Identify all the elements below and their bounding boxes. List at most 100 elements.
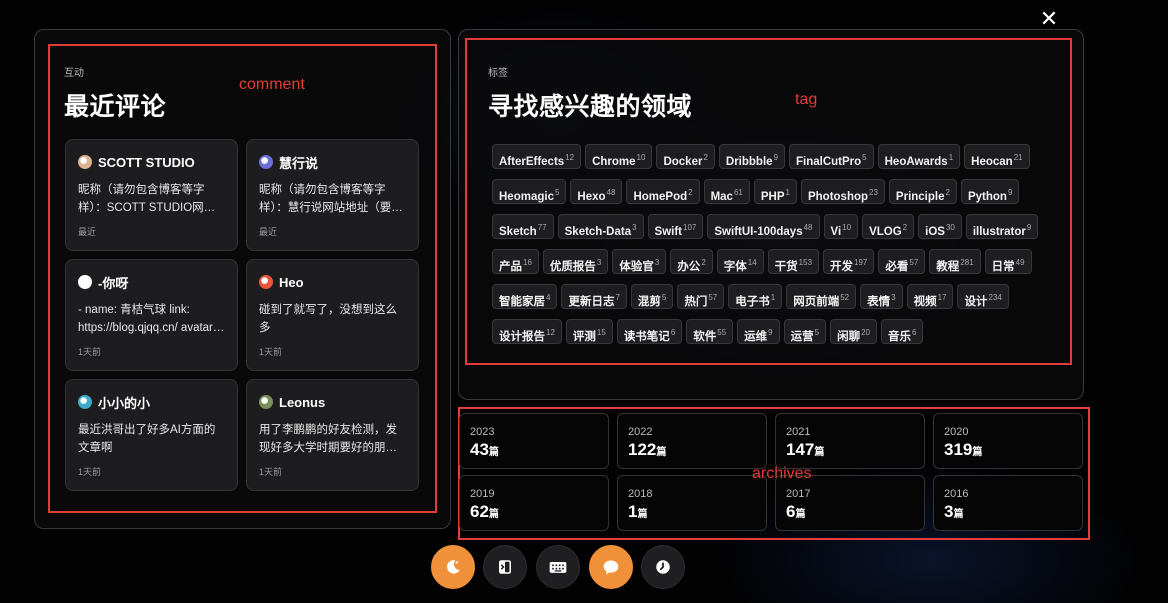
tag-count: 1	[770, 293, 776, 302]
dock-button-moon[interactable]	[431, 545, 475, 589]
tag-item[interactable]: VLOG2	[862, 214, 915, 239]
tag-item[interactable]: 表情3	[860, 284, 903, 309]
tag-item[interactable]: 办公2	[670, 249, 713, 274]
tag-item[interactable]: Docker2	[656, 144, 715, 169]
tag-name: 闲聊	[837, 330, 861, 343]
avatar	[78, 275, 92, 289]
tag-item[interactable]: Principle2	[888, 179, 957, 204]
tag-item[interactable]: 网页前端52	[786, 284, 857, 309]
tag-item[interactable]: 智能家居4	[492, 284, 558, 309]
tag-item[interactable]: Heomagic5	[492, 179, 567, 204]
tag-count: 12	[565, 153, 575, 162]
tag-item[interactable]: FinalCutPro5	[789, 144, 874, 169]
tag-item[interactable]: 开发197	[823, 249, 875, 274]
tag-item[interactable]: 日常49	[984, 249, 1032, 274]
tag-item[interactable]: 字体14	[716, 249, 764, 274]
tag-item[interactable]: AfterEffects12	[492, 144, 582, 169]
dock-button-sidebar-toggle[interactable]	[483, 545, 527, 589]
tag-item[interactable]: HomePod2	[626, 179, 700, 204]
tag-item[interactable]: 评测15	[565, 319, 613, 344]
tag-cloud: AfterEffects12 Chrome10 Docker2 Dribbble9 Fi…	[492, 144, 1052, 354]
archive-count-line: 1篇	[628, 502, 756, 522]
tag-item[interactable]: 热门57	[677, 284, 725, 309]
tag-item[interactable]: 教程281	[929, 249, 981, 274]
archive-year-card[interactable]: 2017 6篇	[775, 475, 925, 531]
archive-year-card[interactable]: 2020 319篇	[933, 413, 1083, 469]
tag-item[interactable]: Python9	[960, 179, 1020, 204]
tag-item[interactable]: 设计234	[957, 284, 1009, 309]
tag-count: 30	[945, 223, 955, 232]
tag-item[interactable]: illustrator9	[965, 214, 1039, 239]
tag-name: 产品	[499, 260, 522, 273]
tag-item[interactable]: Dribbble9	[718, 144, 785, 169]
comment-card[interactable]: Heo 碰到了就写了，没想到这么多 1天前	[246, 259, 419, 371]
comment-card[interactable]: 小小的小 最近洪哥出了好多AI方面的文章啊 1天前	[65, 379, 238, 491]
tag-item[interactable]: 电子书1	[728, 284, 783, 309]
tag-item[interactable]: 运维9	[737, 319, 780, 344]
tag-count: 107	[683, 223, 697, 232]
avatar	[78, 395, 92, 409]
close-icon[interactable]: ✕	[1038, 8, 1060, 30]
tag-name: Principle	[895, 190, 945, 203]
tag-name: 字体	[723, 260, 747, 273]
tag-item[interactable]: HeoAwards1	[877, 144, 961, 169]
tag-item[interactable]: SwiftUI-100days48	[707, 214, 820, 239]
tag-item[interactable]: 必看57	[878, 249, 926, 274]
dock-button-comment-bubble[interactable]	[589, 545, 633, 589]
comment-card[interactable]: 慧行说昵称（请勿包含博客等字样）：慧行说网站地址（要求博客地址，请勿提交最近	[246, 139, 419, 251]
dock-button-clock[interactable]	[641, 545, 685, 589]
comment-card[interactable]: SCOTT STUDIO 昵称（请勿包含博客等字样）：SCOTT STUDIO网站…	[65, 139, 238, 251]
comment-card[interactable]: Leonus 用了李鹏鹏的好友检测，发现好多大学时期要好的朋友、同学都不更新了 1天…	[246, 379, 419, 491]
tag-item[interactable]: Chrome10	[585, 144, 653, 169]
comment-author: -你呀	[98, 275, 129, 291]
tag-item[interactable]: Sketch-Data3	[557, 214, 644, 239]
tag-item[interactable]: Mac61	[703, 179, 750, 204]
tag-item[interactable]: 视频17	[906, 284, 954, 309]
tag-count: 21	[1013, 153, 1023, 162]
tag-count: 77	[537, 223, 547, 232]
tag-item[interactable]: 读书笔记6	[616, 319, 683, 344]
comment-card[interactable]: -你呀 - name: 青桔气球 link: https://blog.qjqq.…	[65, 259, 238, 371]
tag-item[interactable]: iOS30	[918, 214, 962, 239]
tag-item[interactable]: 混剪5	[630, 284, 674, 309]
tag-name: 评测	[572, 330, 596, 343]
archive-year-card[interactable]: 2019 62篇	[459, 475, 609, 531]
archive-year-card[interactable]: 2018 1篇	[617, 475, 767, 531]
tag-count: 12	[546, 328, 555, 337]
archive-year-card[interactable]: 2016 3篇	[933, 475, 1083, 531]
tag-item[interactable]: 干货153	[767, 249, 820, 274]
tag-item[interactable]: 产品16	[492, 249, 539, 274]
tag-item[interactable]: Vi10	[823, 214, 859, 239]
tag-item[interactable]: Photoshop23	[800, 179, 885, 204]
tag-item[interactable]: 软件55	[686, 319, 734, 344]
comments-title: 最近评论	[64, 92, 167, 121]
dock-button-keyboard[interactable]	[536, 545, 580, 589]
tag-count: 49	[1015, 258, 1025, 267]
archive-year-card[interactable]: 2022 122篇	[617, 413, 767, 469]
tag-item[interactable]: 体验官3	[612, 249, 667, 274]
tag-item[interactable]: Hexo48	[570, 179, 623, 204]
tag-item[interactable]: 设计报告12	[492, 319, 562, 344]
tag-name: 智能家居	[499, 295, 545, 308]
tag-count: 14	[747, 258, 757, 267]
tag-count: 61	[733, 188, 743, 197]
tag-item[interactable]: 闲聊20	[830, 319, 877, 344]
tag-item[interactable]: 更新日志7	[561, 284, 627, 309]
tag-item[interactable]: 优质报告3	[542, 249, 609, 274]
comment-text: - name: 青桔气球 link: https://blog.qjqq.cn/…	[78, 304, 217, 334]
tag-count: 57	[708, 293, 718, 302]
tag-count: 7	[615, 293, 620, 302]
tag-item[interactable]: Heocan21	[964, 144, 1030, 169]
tag-item[interactable]: Swift107	[647, 214, 704, 239]
archive-year-card[interactable]: 2021 147篇	[775, 413, 925, 469]
tag-item[interactable]: PHP1	[753, 179, 797, 204]
tag-item[interactable]: Sketch77	[492, 214, 554, 239]
tag-name: FinalCutPro	[796, 155, 862, 168]
archive-year-card[interactable]: 2023 43篇	[459, 413, 609, 469]
tags-title: 寻找感兴趣的领域	[488, 92, 693, 121]
tag-name: 教程	[936, 260, 960, 273]
tag-name: 干货	[774, 260, 798, 273]
tag-name: 开发	[830, 260, 854, 273]
tag-item[interactable]: 运营5	[783, 319, 827, 344]
tag-item[interactable]: 音乐6	[880, 319, 924, 344]
